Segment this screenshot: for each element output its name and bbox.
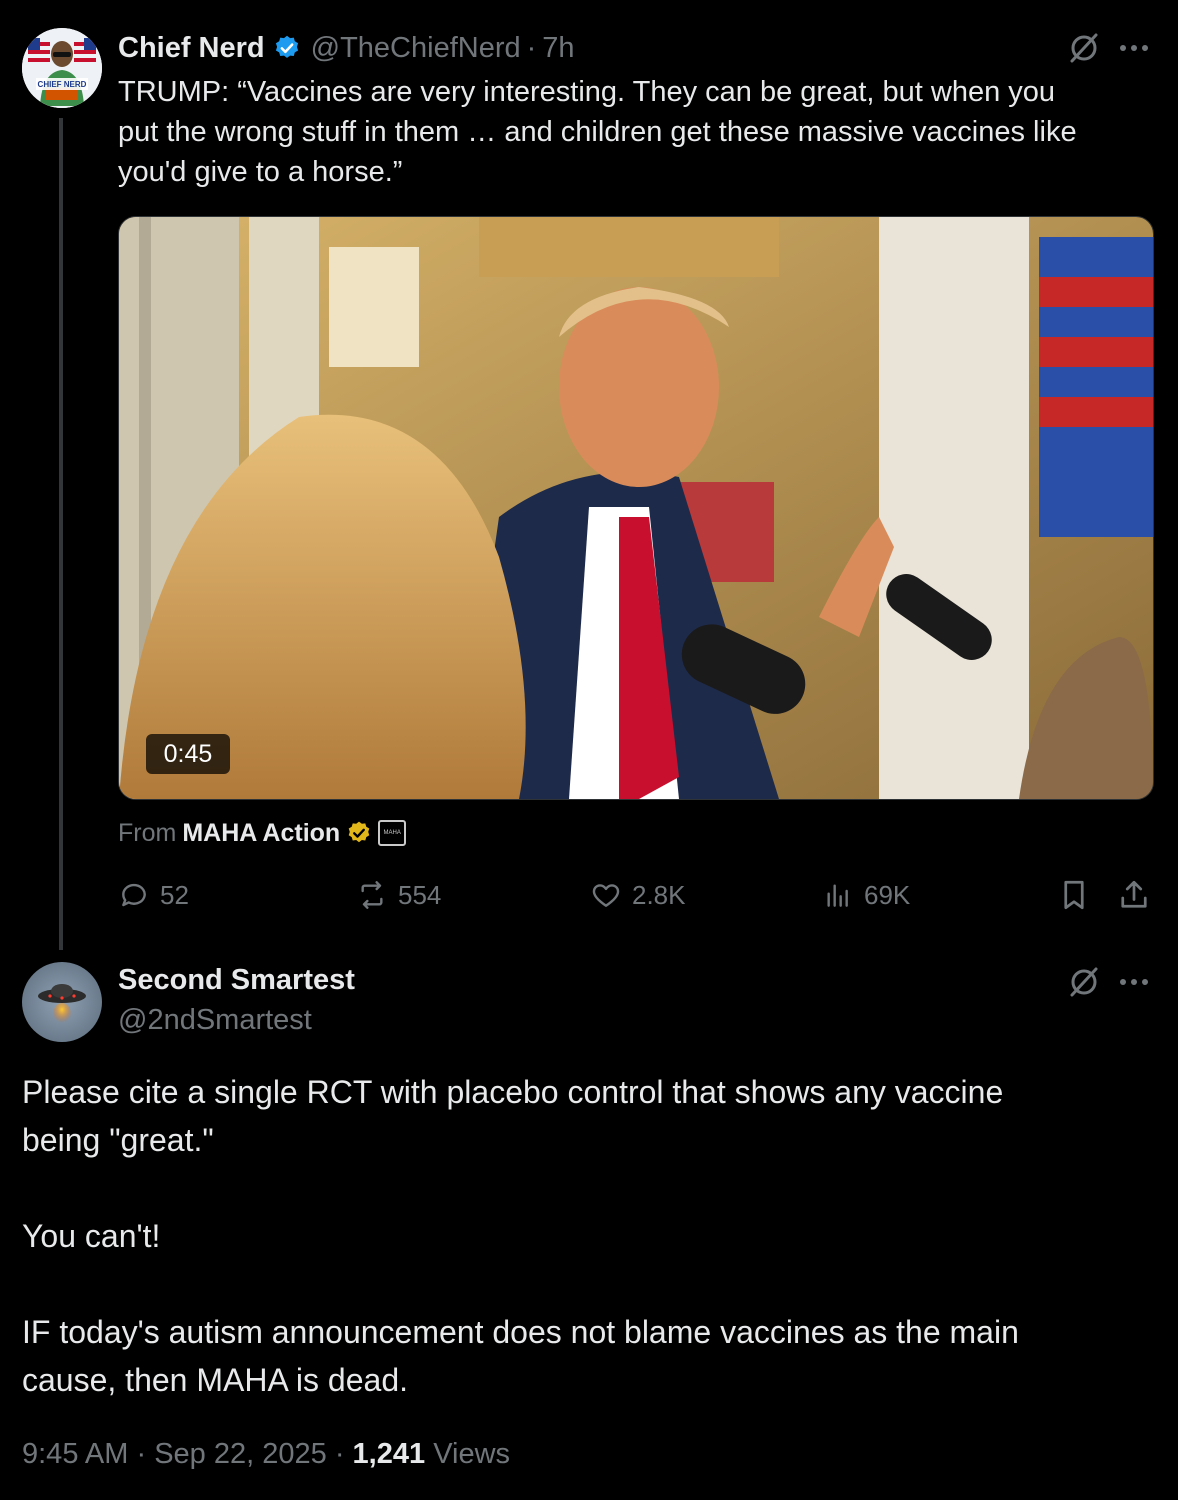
source-prefix: From xyxy=(118,818,177,847)
views-label: Views xyxy=(433,1438,511,1470)
repost-icon xyxy=(361,881,383,909)
video-duration: 0:45 xyxy=(146,734,230,774)
reply-text-line: You can't! xyxy=(22,1218,161,1254)
verified-badge-icon xyxy=(273,34,301,62)
reply-grok-icon[interactable] xyxy=(1066,964,1102,1000)
reply-text-line: Please cite a single RCT with placebo co… xyxy=(22,1074,1004,1110)
views-count: 69K xyxy=(864,879,911,910)
video-source: From MAHA Action MAHA xyxy=(118,816,407,850)
reply-button[interactable]: 52 xyxy=(118,872,189,918)
view-count: 1,241 xyxy=(352,1438,426,1470)
views-button[interactable]: 69K xyxy=(822,872,910,918)
chief-nerd-avatar[interactable]: CHIEF NERD xyxy=(22,28,102,108)
affiliate-badge-icon: MAHA xyxy=(378,820,407,846)
reply-tweet-text: Please cite a single RCT with placebo co… xyxy=(22,1068,1152,1404)
ufo-avatar[interactable] xyxy=(22,962,102,1042)
reply-icon xyxy=(122,883,146,907)
original-tweet-text: TRUMP: “Vaccines are very interesting. T… xyxy=(118,72,1158,192)
reply-count: 52 xyxy=(160,879,189,910)
tweet-text-line: you'd give to a horse.” xyxy=(118,156,403,188)
video-player[interactable] xyxy=(118,216,1154,800)
source-name[interactable]: MAHA Action xyxy=(182,819,340,848)
gold-verified-badge-icon xyxy=(346,820,372,846)
post-date[interactable]: Sep 22, 2025 xyxy=(154,1438,327,1470)
reply-author-name[interactable]: Second Smartest xyxy=(118,964,355,997)
share-icon[interactable] xyxy=(1116,876,1152,914)
thread-line xyxy=(59,118,63,950)
footer-separator: · xyxy=(136,1438,147,1470)
footer-separator: · xyxy=(334,1438,345,1470)
more-options-icon[interactable] xyxy=(1116,34,1152,62)
affiliate-badge-text: MAHA xyxy=(383,830,401,836)
reply-text-line: cause, then MAHA is dead. xyxy=(22,1362,408,1398)
heart-icon xyxy=(592,884,620,907)
repost-count: 554 xyxy=(398,879,442,910)
analytics-icon xyxy=(827,884,848,907)
tweet-text-line: TRUMP: “Vaccines are very interesting. T… xyxy=(118,76,1056,108)
header-separator: · xyxy=(526,31,537,64)
like-count: 2.8K xyxy=(632,879,686,910)
author-name[interactable]: Chief Nerd xyxy=(118,32,265,65)
original-tweet-header: Chief Nerd @TheChiefNerd · 7h xyxy=(118,30,575,66)
avatar-text: CHIEF NERD xyxy=(38,80,87,89)
post-time[interactable]: 9:45 AM xyxy=(22,1438,128,1470)
time-ago[interactable]: 7h xyxy=(542,32,574,65)
tweet-text-line: put the wrong stuff in them … and childr… xyxy=(118,116,1077,148)
like-button[interactable]: 2.8K xyxy=(590,872,686,918)
repost-button[interactable]: 554 xyxy=(356,872,441,918)
bookmark-icon[interactable] xyxy=(1056,876,1092,914)
reply-text-line: being "great." xyxy=(22,1122,214,1158)
grok-icon[interactable] xyxy=(1066,30,1102,66)
reply-more-options-icon[interactable] xyxy=(1116,968,1152,996)
video-thumbnail xyxy=(119,217,1153,799)
author-handle[interactable]: @TheChiefNerd xyxy=(311,32,521,65)
reply-text-line: IF today's autism announcement does not … xyxy=(22,1314,1019,1350)
reply-author-handle[interactable]: @2ndSmartest xyxy=(118,1004,312,1037)
reply-footer: 9:45 AM · Sep 22, 2025 · 1,241 Views xyxy=(22,1438,510,1471)
